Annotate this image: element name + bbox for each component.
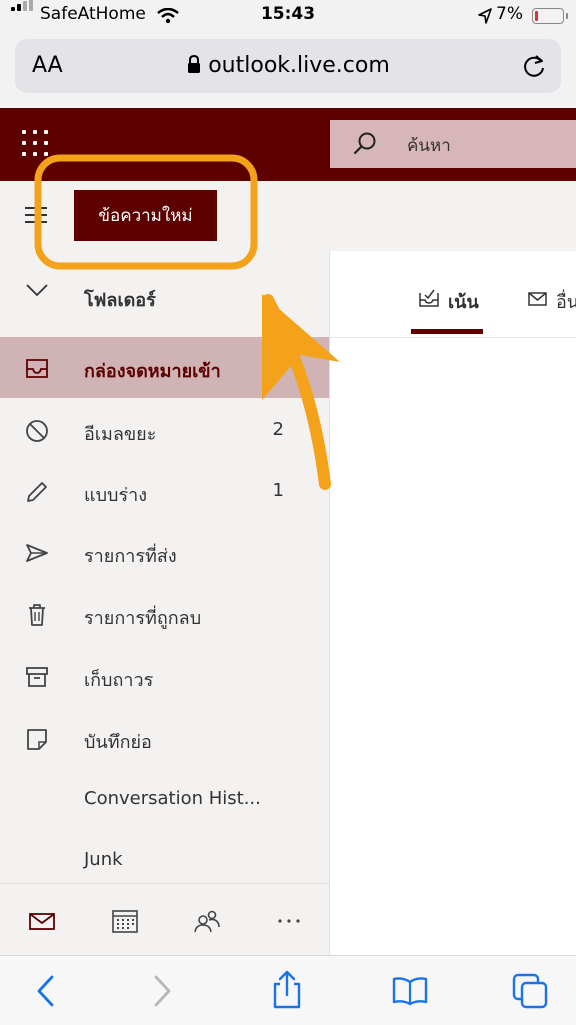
message-list-pane: เน้น อื่น (330, 251, 576, 955)
unread-count: 9 (268, 356, 281, 377)
trash-icon (29, 604, 45, 626)
menu-icon[interactable] (25, 207, 47, 228)
folder-label: บันทึกย่อ (84, 732, 152, 753)
people-icon[interactable] (192, 906, 222, 936)
command-bar: ข้อความใหม่ (0, 181, 576, 252)
search-box[interactable]: ค้นหา (330, 120, 576, 168)
send-icon (26, 544, 48, 562)
reload-icon[interactable] (521, 53, 547, 79)
note-icon (27, 729, 47, 750)
inbox-tabs: เน้น อื่น (330, 251, 576, 338)
folder-junk-email[interactable]: อีเมลขยะ 2 (0, 400, 329, 461)
folder-label: เก็บถาวร (84, 670, 154, 691)
browser-toolbar (0, 955, 576, 1025)
block-icon (26, 420, 48, 442)
folder-label: รายการที่ส่ง (84, 546, 177, 567)
url-text: outlook.live.com (208, 53, 390, 78)
folder-archive[interactable]: เก็บถาวร (0, 646, 329, 707)
mail-icon[interactable] (27, 906, 57, 936)
app-launcher-icon[interactable] (22, 130, 50, 158)
more-options-icon[interactable] (274, 906, 304, 936)
battery-icon (532, 8, 568, 24)
other-inbox-icon (528, 292, 547, 306)
folder-label: รายการที่ถูกลบ (84, 608, 202, 629)
url-field[interactable]: outlook.live.com (15, 53, 561, 78)
folder-inbox[interactable]: กล่องจดหมายเข้า 9 (0, 337, 329, 398)
archive-icon (26, 667, 48, 687)
location-icon (478, 8, 492, 24)
back-icon[interactable] (34, 974, 56, 1008)
battery-percentage: 7% (496, 4, 523, 24)
folder-label: Conversation Hist... (84, 788, 261, 809)
folders-heading: โฟลเดอร์ (84, 290, 156, 311)
bookmarks-icon[interactable] (391, 976, 429, 1006)
tab-focused[interactable]: เน้น (448, 287, 479, 316)
lock-icon (188, 54, 201, 73)
new-message-button[interactable]: ข้อความใหม่ (74, 190, 217, 241)
search-placeholder: ค้นหา (407, 136, 451, 156)
folder-notes[interactable]: บันทึกย่อ (0, 708, 329, 769)
unread-count: 1 (272, 480, 284, 501)
folders-header[interactable]: โฟลเดอร์ (0, 251, 329, 337)
folder-label: Junk (84, 849, 123, 870)
unread-count: 2 (272, 419, 284, 440)
pencil-icon (27, 482, 47, 502)
folder-junk[interactable]: Junk (0, 830, 329, 891)
text-size-button[interactable]: AA (32, 53, 63, 78)
inbox-icon (26, 359, 48, 378)
address-bar[interactable]: outlook.live.com AA (15, 39, 561, 93)
status-bar: SafeAtHome 15:43 7% (0, 0, 576, 34)
chevron-down-icon (26, 284, 48, 297)
folder-pane: โฟลเดอร์ กล่องจดหมายเข้า 9 อีเมลขยะ 2 แบ… (0, 251, 330, 883)
module-switcher (0, 883, 330, 956)
tab-other[interactable]: อื่น (556, 287, 576, 316)
focused-inbox-icon (419, 289, 439, 307)
calendar-icon[interactable] (110, 906, 140, 936)
forward-icon[interactable] (152, 974, 174, 1008)
folder-label: แบบร่าง (84, 485, 148, 506)
tabs-icon[interactable] (511, 972, 549, 1010)
browser-address-area: outlook.live.com AA (0, 34, 576, 108)
folder-label: อีเมลขยะ (84, 424, 157, 445)
folder-deleted-items[interactable]: รายการที่ถูกลบ (0, 584, 329, 645)
folder-label: กล่องจดหมายเข้า (84, 361, 221, 382)
active-tab-indicator (411, 329, 483, 334)
app-header: ค้นหา (0, 108, 576, 181)
search-icon (353, 132, 376, 155)
folder-conversation-history[interactable]: Conversation Hist... (0, 769, 329, 830)
folder-drafts[interactable]: แบบร่าง 1 (0, 461, 329, 522)
share-icon[interactable] (270, 970, 304, 1010)
folder-sent-items[interactable]: รายการที่ส่ง (0, 522, 329, 583)
